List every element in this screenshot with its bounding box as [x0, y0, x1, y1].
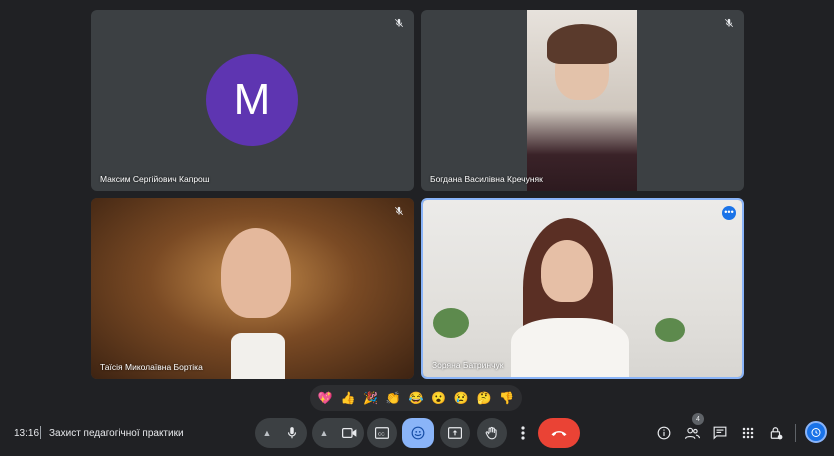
people-count-badge: 4 — [692, 413, 704, 425]
reaction-laugh[interactable]: 😂 — [407, 391, 425, 405]
participant-video — [91, 198, 414, 379]
participant-video — [423, 200, 742, 377]
participant-tile-3[interactable]: Таїсія Миколаївна Бортіка — [91, 198, 414, 379]
divider — [795, 424, 796, 442]
mic-off-icon — [392, 204, 406, 218]
participant-name: Богдана Василівна Кречуняк — [430, 174, 543, 184]
assistant-icon[interactable] — [805, 421, 827, 443]
reaction-thinking[interactable]: 🤔 — [475, 391, 493, 405]
participant-video — [527, 10, 637, 191]
present-icon[interactable] — [440, 418, 470, 448]
participant-tile-2[interactable]: Богдана Василівна Кречуняк — [421, 10, 744, 191]
participant-name: Таїсія Миколаївна Бортіка — [100, 362, 203, 372]
bottom-toolbar: 13:16 Захист педагогічної практики ▲ ▲ C… — [0, 414, 834, 452]
more-options-icon[interactable] — [514, 418, 532, 448]
participant-face — [541, 240, 593, 302]
reaction-sad[interactable]: 😢 — [452, 391, 470, 405]
reaction-thumbs-down[interactable]: 👎 — [498, 391, 516, 405]
reaction-thumbs-up[interactable]: 👍 — [339, 391, 357, 405]
reaction-heart[interactable]: 💖 — [316, 391, 334, 405]
host-controls-icon[interactable] — [766, 423, 786, 443]
emoji-icon[interactable] — [402, 418, 434, 448]
reaction-clap[interactable]: 👏 — [384, 391, 402, 405]
avatar: M — [206, 54, 298, 146]
meeting-title: Захист педагогічної практики — [49, 428, 184, 439]
participant-hair — [547, 24, 617, 64]
participant-shirt — [231, 333, 285, 379]
participant-tile-1[interactable]: M Максим Сергійович Капрош — [91, 10, 414, 191]
participant-shirt — [511, 318, 629, 377]
mic-control-group: ▲ — [255, 418, 307, 448]
chat-icon[interactable] — [710, 423, 730, 443]
info-icon[interactable] — [654, 423, 674, 443]
participant-face — [221, 228, 291, 318]
plant — [655, 318, 685, 342]
camera-icon[interactable] — [335, 427, 363, 439]
mic-off-icon — [392, 16, 406, 30]
svg-text:CC: CC — [378, 431, 385, 436]
mic-off-icon — [722, 16, 736, 30]
mic-options-button[interactable]: ▲ — [256, 428, 278, 438]
camera-control-group: ▲ — [312, 418, 364, 448]
hand-icon[interactable] — [477, 418, 507, 448]
activities-icon[interactable] — [738, 423, 758, 443]
people-icon[interactable] — [682, 423, 702, 443]
captions-icon[interactable]: CC — [367, 418, 397, 448]
more-options-icon[interactable]: ••• — [722, 206, 736, 220]
end-call-icon[interactable] — [538, 418, 580, 448]
divider — [40, 426, 41, 439]
reactions-bar: 💖 👍 🎉 👏 😂 😮 😢 🤔 👎 — [310, 385, 522, 411]
reaction-surprised[interactable]: 😮 — [430, 391, 448, 405]
reaction-party[interactable]: 🎉 — [362, 391, 380, 405]
meeting-time: 13:16 — [14, 428, 40, 439]
camera-options-button[interactable]: ▲ — [313, 428, 335, 438]
participant-name: Максим Сергійович Капрош — [100, 174, 210, 184]
mic-icon[interactable] — [278, 426, 306, 440]
participant-name: Зоряна Батринчук — [432, 360, 504, 370]
participant-tile-4[interactable]: ••• Зоряна Батринчук — [421, 198, 744, 379]
plant — [433, 308, 469, 338]
